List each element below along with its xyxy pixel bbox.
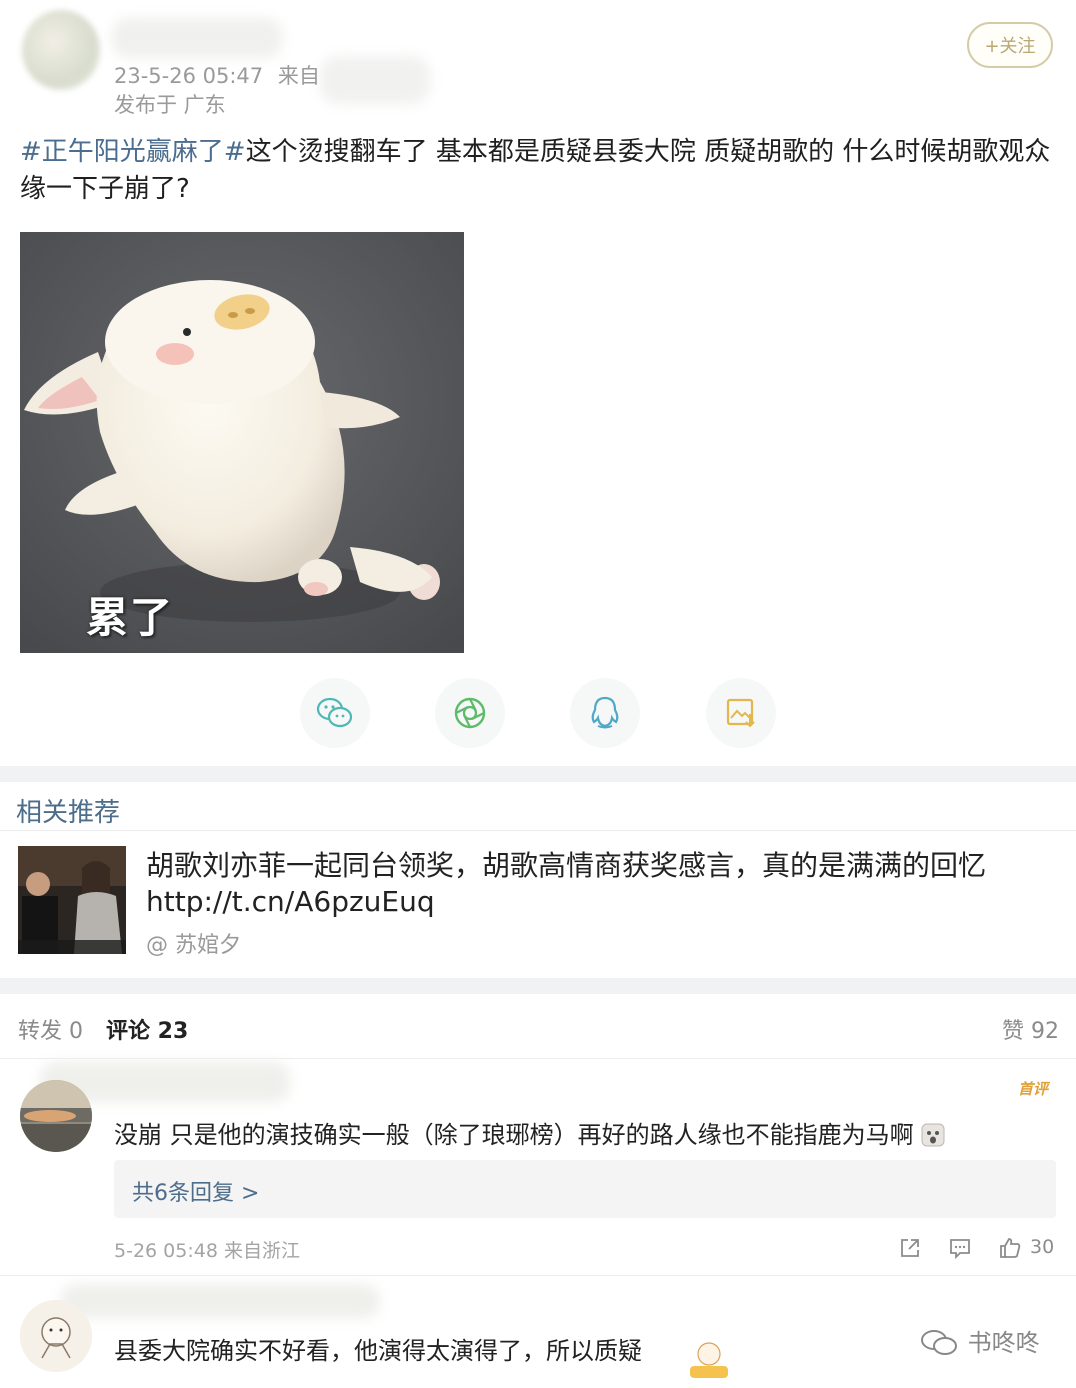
save-image-button[interactable]	[706, 678, 776, 748]
related-title[interactable]: 胡歌刘亦菲一起同台领奖，胡歌高情商获奖感言，真的是满满的回忆http://t.c…	[146, 848, 1066, 920]
comment-text: 县委大院确实不好看，他演得太演得了，所以质疑	[114, 1337, 642, 1365]
post-timestamp: 23-5-26 05:47	[114, 64, 264, 88]
related-section-title: 相关推荐	[16, 798, 121, 828]
like-comment-button[interactable]	[998, 1236, 1022, 1264]
tab-likes[interactable]: 赞 92	[1002, 1013, 1059, 1045]
hashtag-link[interactable]: #正午阳光赢麻了#	[20, 137, 246, 167]
tab-comments[interactable]: 评论 23	[106, 1013, 188, 1045]
section-divider	[0, 766, 1076, 782]
comment-meta: 5-26 05:48 来自浙江	[114, 1240, 300, 1262]
divider-line	[0, 1275, 1076, 1276]
watermark-text: 书咚咚	[967, 1329, 1040, 1357]
sunset-avatar	[20, 1080, 92, 1152]
comment-text: 没崩 只是他的演技确实一般（除了琅琊榜）再好的路人缘也不能指鹿为马啊	[114, 1115, 945, 1150]
section-divider	[0, 978, 1076, 994]
view-replies-link[interactable]: 共6条回复 >	[132, 1175, 259, 1207]
comment-icon	[950, 1239, 970, 1260]
commenter-avatar[interactable]	[20, 1300, 92, 1372]
tab-repost[interactable]: 转发 0	[18, 1013, 83, 1045]
image-caption: 累了	[86, 593, 175, 642]
repost-comment-button[interactable]	[898, 1236, 922, 1264]
qq-icon	[591, 696, 619, 729]
new-year-sticker-icon	[690, 1342, 728, 1378]
commenter-name-blurred[interactable]	[60, 1284, 380, 1318]
follow-button[interactable]: +关注	[967, 22, 1053, 68]
post-body: #正午阳光赢麻了#这个烫搜翻车了 基本都是质疑县委大院 质疑胡歌的 什么时候胡歌…	[20, 134, 1060, 208]
share-qq-button[interactable]	[570, 678, 640, 748]
watermark: 书咚咚	[920, 1323, 1040, 1358]
related-thumbnail[interactable]	[18, 846, 126, 954]
divider-line	[0, 1058, 1076, 1059]
commenter-avatar[interactable]	[20, 1080, 92, 1152]
post-timestamp-line: 23-5-26 05:47 来自	[114, 60, 320, 90]
save-image-icon	[726, 698, 755, 728]
share-icon	[901, 1239, 919, 1257]
post-source-prefix: 来自	[277, 64, 320, 88]
author-avatar[interactable]	[22, 10, 100, 90]
related-author[interactable]: @ 苏婠夕	[146, 927, 241, 959]
post-source-blurred	[320, 56, 430, 104]
wechat-icon	[316, 697, 353, 728]
first-comment-badge: 首评	[1018, 1080, 1049, 1098]
thumbs-up-icon	[1000, 1238, 1021, 1258]
scared-emoji-icon	[921, 1123, 945, 1147]
reply-comment-button[interactable]	[948, 1236, 972, 1264]
moments-icon	[454, 697, 486, 729]
divider-line	[0, 830, 1076, 831]
share-moments-button[interactable]	[435, 678, 505, 748]
cartoon-avatar	[20, 1300, 92, 1372]
comment-like-count: 30	[1030, 1236, 1055, 1258]
sticker-decoration	[684, 1340, 734, 1380]
author-name-blurred[interactable]	[112, 18, 282, 58]
share-wechat-button[interactable]	[300, 678, 370, 748]
comment-text-content: 没崩 只是他的演技确实一般（除了琅琊榜）再好的路人缘也不能指鹿为马啊	[114, 1121, 914, 1149]
award-ceremony-thumbnail	[18, 846, 126, 954]
post-location: 发布于 广东	[114, 93, 226, 117]
wechat-logo-icon	[921, 1330, 957, 1355]
